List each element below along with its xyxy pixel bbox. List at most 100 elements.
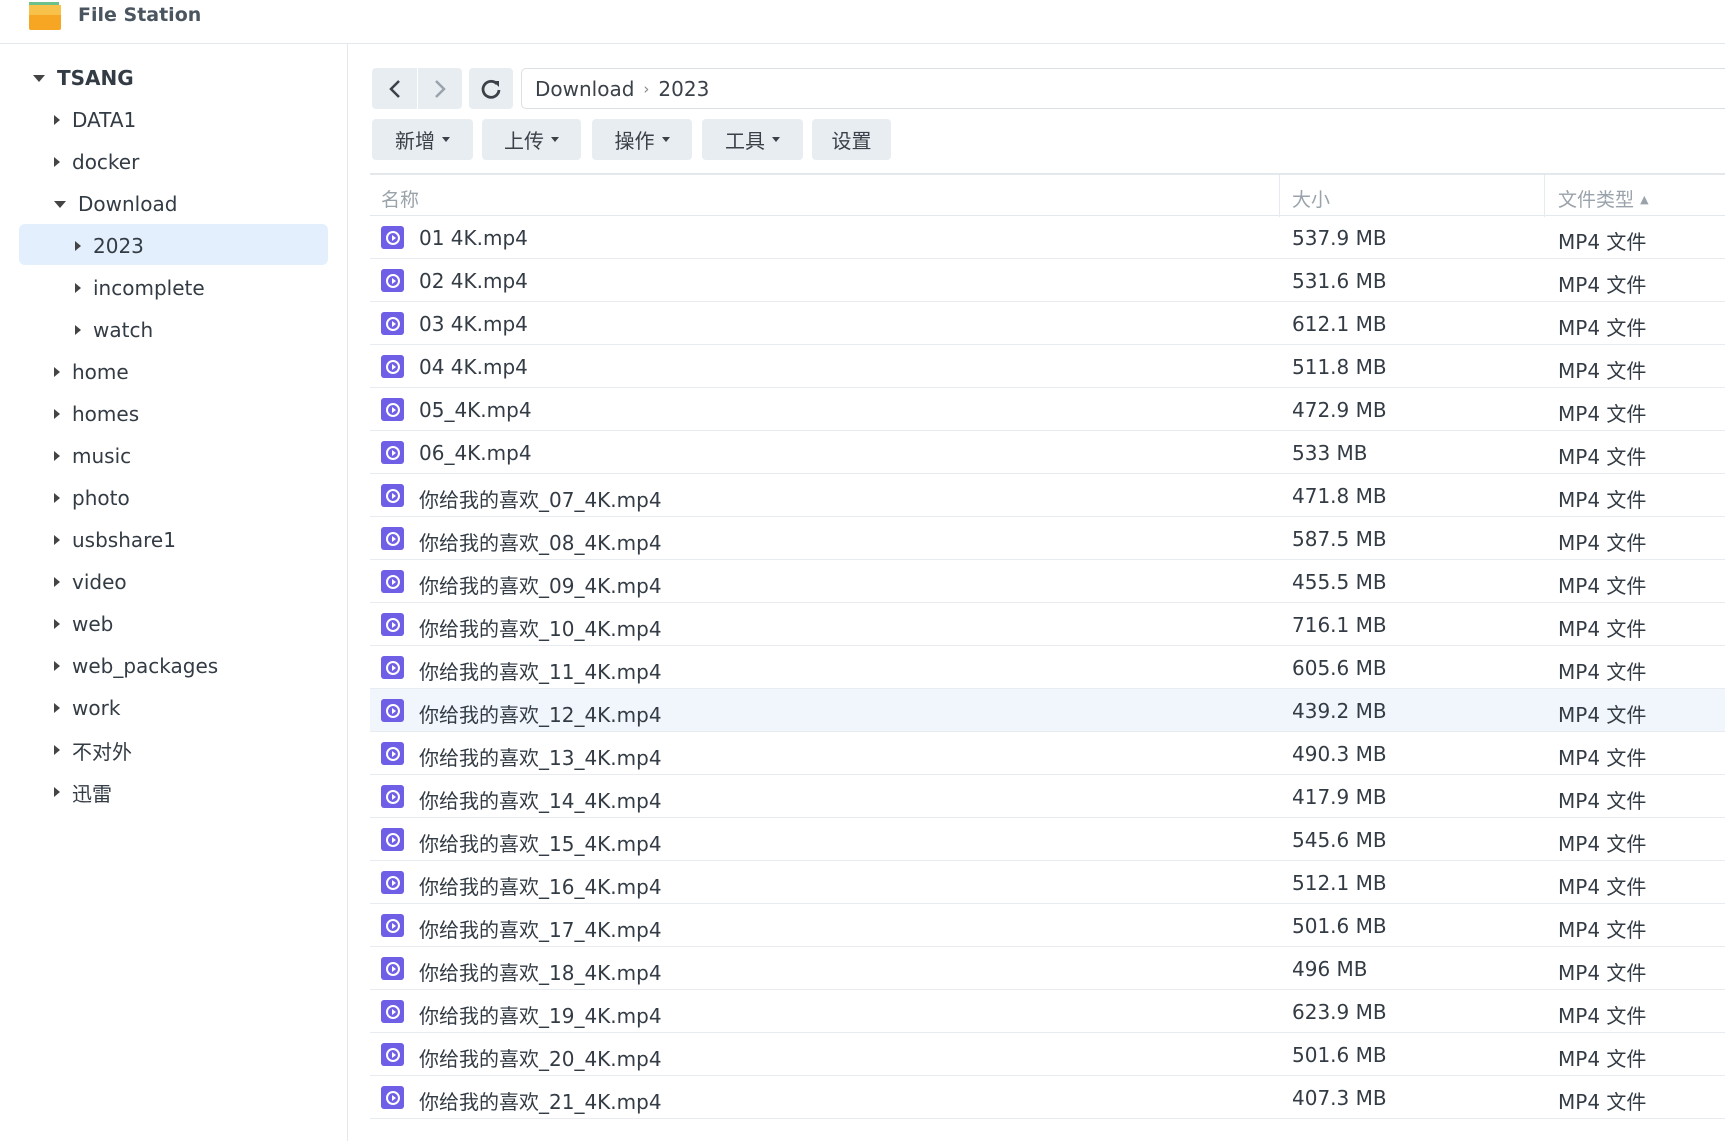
chevron-right-icon[interactable]: [75, 241, 81, 251]
column-resizer[interactable]: [1544, 175, 1545, 217]
chevron-right-icon[interactable]: [54, 493, 60, 503]
tree-item[interactable]: work: [54, 687, 120, 729]
tree-item[interactable]: docker: [54, 141, 139, 183]
table-row[interactable]: 你给我的喜欢_20_4K.mp4 501.6 MB MP4 文件: [370, 1033, 1725, 1076]
table-row[interactable]: 你给我的喜欢_16_4K.mp4 512.1 MB MP4 文件: [370, 861, 1725, 904]
chevron-right-icon[interactable]: [54, 787, 60, 797]
chevron-right-icon[interactable]: [54, 703, 60, 713]
tools-button[interactable]: 工具: [702, 119, 803, 160]
column-resizer[interactable]: [1279, 175, 1280, 217]
upload-label: 上传: [504, 129, 544, 153]
column-type-label: 文件类型: [1558, 189, 1635, 211]
video-file-icon: [381, 871, 404, 894]
tree-item[interactable]: video: [54, 561, 127, 603]
chevron-right-icon[interactable]: [54, 745, 60, 755]
table-row[interactable]: 你给我的喜欢_12_4K.mp4 439.2 MB MP4 文件: [370, 689, 1725, 732]
breadcrumb-download[interactable]: Download: [535, 77, 634, 101]
file-type: MP4 文件: [1558, 402, 1647, 426]
tree-item[interactable]: DATA1: [54, 99, 136, 141]
tree-root[interactable]: TSANG: [33, 57, 134, 99]
tree-item[interactable]: Download: [54, 183, 177, 225]
table-row[interactable]: 你给我的喜欢_17_4K.mp4 501.6 MB MP4 文件: [370, 904, 1725, 947]
table-row[interactable]: 你给我的喜欢_07_4K.mp4 471.8 MB MP4 文件: [370, 474, 1725, 517]
table-row[interactable]: 06_4K.mp4 533 MB MP4 文件: [370, 431, 1725, 474]
table-row[interactable]: 04 4K.mp4 511.8 MB MP4 文件: [370, 345, 1725, 388]
tree-item[interactable]: homes: [54, 393, 139, 435]
folder-logo-icon: [29, 2, 61, 30]
upload-button[interactable]: 上传: [482, 119, 581, 160]
file-size: 533 MB: [1292, 441, 1368, 465]
tree-item[interactable]: home: [54, 351, 129, 393]
action-button[interactable]: 操作: [592, 119, 692, 160]
tree-item[interactable]: usbshare1: [54, 519, 176, 561]
file-size: 490.3 MB: [1292, 742, 1387, 766]
table-row[interactable]: 05_4K.mp4 472.9 MB MP4 文件: [370, 388, 1725, 431]
breadcrumb-2023[interactable]: 2023: [658, 77, 709, 101]
video-file-icon: [381, 957, 404, 980]
table-row[interactable]: 你给我的喜欢_10_4K.mp4 716.1 MB MP4 文件: [370, 603, 1725, 646]
chevron-down-icon[interactable]: [33, 74, 45, 82]
chevron-down-icon[interactable]: [54, 200, 66, 208]
chevron-right-icon[interactable]: [54, 451, 60, 461]
table-row[interactable]: 你给我的喜欢_18_4K.mp4 496 MB MP4 文件: [370, 947, 1725, 990]
path-bar[interactable]: Download › 2023: [521, 68, 1725, 109]
tree-item-label: music: [72, 444, 132, 468]
table-row[interactable]: 你给我的喜欢_14_4K.mp4 417.9 MB MP4 文件: [370, 775, 1725, 818]
table-row[interactable]: 你给我的喜欢_11_4K.mp4 605.6 MB MP4 文件: [370, 646, 1725, 689]
table-row[interactable]: 01 4K.mp4 537.9 MB MP4 文件: [370, 216, 1725, 259]
video-file-icon: [381, 1000, 404, 1023]
file-type: MP4 文件: [1558, 273, 1647, 297]
tree-item[interactable]: watch: [75, 309, 153, 351]
tree-item[interactable]: 不对外: [54, 729, 132, 771]
tree-item[interactable]: music: [54, 435, 131, 477]
file-size: 455.5 MB: [1292, 570, 1387, 594]
tree-item[interactable]: 迅雷: [54, 771, 112, 813]
refresh-button[interactable]: [469, 68, 513, 109]
back-button[interactable]: [372, 68, 417, 109]
table-row[interactable]: 03 4K.mp4 612.1 MB MP4 文件: [370, 302, 1725, 345]
file-size: 501.6 MB: [1292, 1043, 1387, 1067]
chevron-right-icon[interactable]: [54, 367, 60, 377]
settings-button[interactable]: 设置: [812, 119, 891, 160]
chevron-right-icon[interactable]: [54, 535, 60, 545]
table-row[interactable]: 02 4K.mp4 531.6 MB MP4 文件: [370, 259, 1725, 302]
forward-button[interactable]: [418, 68, 462, 109]
file-size: 537.9 MB: [1292, 226, 1387, 250]
video-file-icon: [381, 656, 404, 679]
tree-item[interactable]: web_packages: [54, 645, 218, 687]
table-row[interactable]: 你给我的喜欢_15_4K.mp4 545.6 MB MP4 文件: [370, 818, 1725, 861]
table-row[interactable]: 你给我的喜欢_13_4K.mp4 490.3 MB MP4 文件: [370, 732, 1725, 775]
chevron-right-icon[interactable]: [54, 619, 60, 629]
video-file-icon: [381, 699, 404, 722]
video-file-icon: [381, 441, 404, 464]
chevron-right-icon[interactable]: [54, 115, 60, 125]
chevron-right-icon[interactable]: [75, 283, 81, 293]
tree-item[interactable]: incomplete: [75, 267, 205, 309]
chevron-right-icon[interactable]: [54, 577, 60, 587]
tree-item-label: web_packages: [72, 654, 219, 678]
tree-item-label: work: [72, 696, 121, 720]
selected-highlight: [19, 224, 328, 265]
chevron-right-icon[interactable]: [54, 157, 60, 167]
column-type[interactable]: 文件类型 ▲: [1558, 185, 1649, 212]
tree-item[interactable]: web: [54, 603, 113, 645]
table-row[interactable]: 你给我的喜欢_08_4K.mp4 587.5 MB MP4 文件: [370, 517, 1725, 560]
video-file-icon: [381, 785, 404, 808]
create-button[interactable]: 新增: [372, 119, 473, 160]
table-row[interactable]: 你给我的喜欢_21_4K.mp4 407.3 MB MP4 文件: [370, 1076, 1725, 1119]
file-type: MP4 文件: [1558, 230, 1647, 254]
tree-item[interactable]: 2023: [75, 225, 144, 267]
tree-item[interactable]: photo: [54, 477, 130, 519]
table-row[interactable]: 你给我的喜欢_19_4K.mp4 623.9 MB MP4 文件: [370, 990, 1725, 1033]
app-header: File Station: [0, 0, 1725, 44]
chevron-right-icon[interactable]: [54, 661, 60, 671]
app-title: File Station: [78, 4, 202, 26]
file-name: 你给我的喜欢_18_4K.mp4: [419, 961, 662, 985]
tree-item-label: Download: [78, 192, 178, 216]
chevron-right-icon[interactable]: [54, 409, 60, 419]
column-size[interactable]: 大小: [1292, 185, 1330, 212]
file-name: 你给我的喜欢_14_4K.mp4: [419, 789, 662, 813]
column-name[interactable]: 名称: [381, 185, 419, 212]
table-row[interactable]: 你给我的喜欢_09_4K.mp4 455.5 MB MP4 文件: [370, 560, 1725, 603]
chevron-right-icon[interactable]: [75, 325, 81, 335]
